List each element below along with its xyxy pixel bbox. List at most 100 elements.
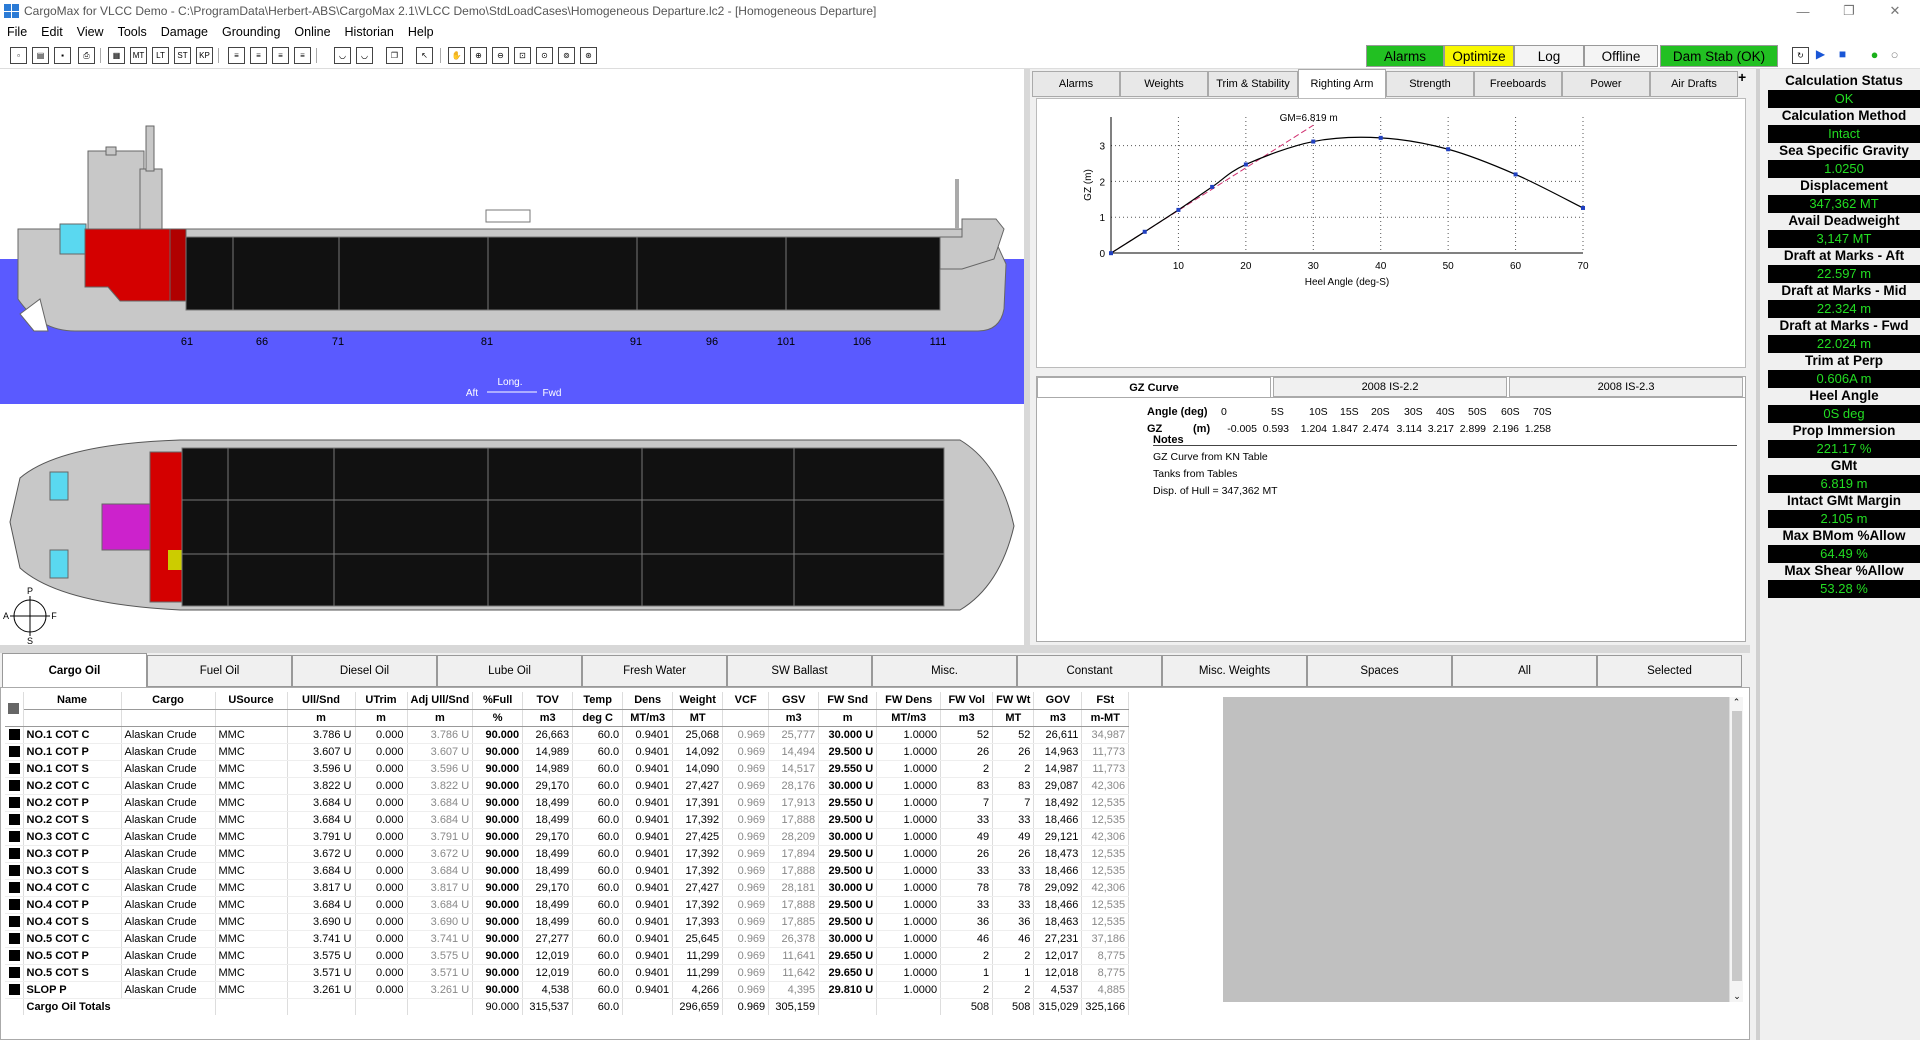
tank-view-1-icon[interactable]: ≡: [228, 47, 245, 64]
column-header[interactable]: Cargo: [121, 692, 216, 710]
table-cell[interactable]: 18,499: [522, 896, 574, 914]
table-cell[interactable]: 17,393: [672, 913, 724, 931]
table-cell[interactable]: 34,987: [1081, 726, 1130, 744]
table-cell[interactable]: 4,885: [1081, 981, 1130, 999]
table-cell[interactable]: 7: [940, 794, 994, 812]
table-cell[interactable]: 3.684 U: [287, 896, 356, 914]
table-cell[interactable]: 17,391: [672, 794, 724, 812]
table-cell[interactable]: 17,888: [768, 896, 820, 914]
tab-cargo-oil[interactable]: Cargo Oil: [2, 653, 147, 688]
tab-selected[interactable]: Selected: [1597, 655, 1742, 687]
table-cell[interactable]: 33: [992, 811, 1035, 829]
table-cell[interactable]: Alaskan Crude: [121, 913, 216, 931]
tab-fresh-water[interactable]: Fresh Water: [582, 655, 727, 687]
tab-spaces[interactable]: Spaces: [1307, 655, 1452, 687]
table-row[interactable]: NO.3 COT P Alaskan Crude MMC 3.672 U 0.000 3.…: [5, 845, 1130, 863]
table-cell[interactable]: 0.000: [355, 726, 408, 744]
table-cell[interactable]: 60.0: [572, 811, 624, 829]
table-cell[interactable]: 37,186: [1081, 930, 1130, 948]
column-header[interactable]: Adj Ull/Snd: [407, 692, 474, 710]
table-cell[interactable]: 29.500 U: [818, 862, 878, 880]
zoom-in-icon[interactable]: ⊕: [470, 47, 487, 64]
pointer-icon[interactable]: ↖: [416, 47, 433, 64]
table-row[interactable]: NO.5 COT C Alaskan Crude MMC 3.741 U 0.000 3.…: [5, 930, 1130, 948]
menu-view[interactable]: View: [70, 25, 111, 39]
table-cell[interactable]: 1.0000: [876, 794, 942, 812]
open-folder-icon[interactable]: ▤: [32, 47, 49, 64]
table-cell[interactable]: MMC: [215, 743, 288, 761]
table-cell[interactable]: 14,092: [672, 743, 724, 761]
tab-is-2-3[interactable]: 2008 IS-2.3: [1509, 377, 1743, 397]
table-cell[interactable]: 0.9401: [622, 879, 674, 897]
table-cell[interactable]: 46: [940, 930, 994, 948]
table-cell[interactable]: NO.1 COT P: [23, 743, 122, 761]
refresh-icon[interactable]: ↻: [1792, 47, 1809, 64]
row-select-icon[interactable]: [8, 746, 20, 758]
select-all-icon[interactable]: [8, 703, 20, 715]
table-cell[interactable]: 18,499: [522, 811, 574, 829]
table-cell[interactable]: 0.969: [722, 862, 770, 880]
table-cell[interactable]: 0.000: [355, 896, 408, 914]
table-cell[interactable]: MMC: [215, 930, 288, 948]
column-header[interactable]: VCF: [722, 692, 770, 710]
table-cell[interactable]: 0.9401: [622, 947, 674, 965]
table-cell[interactable]: MMC: [215, 896, 288, 914]
tab-misc[interactable]: Misc.: [872, 655, 1017, 687]
table-row[interactable]: NO.4 COT S Alaskan Crude MMC 3.690 U 0.000 3.…: [5, 913, 1130, 931]
table-cell[interactable]: 29,170: [522, 777, 574, 795]
table-cell[interactable]: 90.000: [472, 794, 524, 812]
table-cell[interactable]: Alaskan Crude: [121, 794, 216, 812]
table-cell[interactable]: 27,427: [672, 777, 724, 795]
table-cell[interactable]: MMC: [215, 947, 288, 965]
table-cell[interactable]: 8,775: [1081, 947, 1130, 965]
table-cell[interactable]: 0.9401: [622, 777, 674, 795]
table-cell[interactable]: 52: [992, 726, 1035, 744]
table-cell[interactable]: Alaskan Crude: [121, 896, 216, 914]
table-cell[interactable]: 60.0: [572, 760, 624, 778]
column-header[interactable]: Temp: [572, 692, 624, 710]
stop-icon[interactable]: ■: [1834, 47, 1851, 64]
table-cell[interactable]: 78: [940, 879, 994, 897]
table-cell[interactable]: 1.0000: [876, 964, 942, 982]
table-cell[interactable]: 2: [992, 760, 1035, 778]
zoom-out-icon[interactable]: ⊖: [492, 47, 509, 64]
table-cell[interactable]: 60.0: [572, 726, 624, 744]
table-cell[interactable]: 26: [940, 845, 994, 863]
table-cell[interactable]: 90.000: [472, 964, 524, 982]
table-cell[interactable]: 3.261 U: [287, 981, 356, 999]
table-cell[interactable]: 42,306: [1081, 828, 1130, 846]
table-cell[interactable]: 26,663: [522, 726, 574, 744]
table-cell[interactable]: 12,017: [1033, 947, 1083, 965]
table-cell[interactable]: 29.500 U: [818, 913, 878, 931]
table-cell[interactable]: 60.0: [572, 896, 624, 914]
table-cell[interactable]: 0.969: [722, 981, 770, 999]
table-cell[interactable]: 1.0000: [876, 845, 942, 863]
table-cell[interactable]: 0.000: [355, 828, 408, 846]
table-cell[interactable]: Alaskan Crude: [121, 760, 216, 778]
table-cell[interactable]: 12,535: [1081, 794, 1130, 812]
restore-icon[interactable]: ❐: [1826, 0, 1872, 22]
table-cell[interactable]: MMC: [215, 760, 288, 778]
table-cell[interactable]: MMC: [215, 726, 288, 744]
row-select-icon[interactable]: [8, 899, 20, 911]
table-cell[interactable]: 0.000: [355, 879, 408, 897]
table-cell[interactable]: Alaskan Crude: [121, 845, 216, 863]
table-cell[interactable]: 3.684 U: [407, 896, 474, 914]
table-cell[interactable]: 60.0: [572, 743, 624, 761]
table-cell[interactable]: NO.2 COT S: [23, 811, 122, 829]
table-cell[interactable]: 52: [940, 726, 994, 744]
table-cell[interactable]: 14,987: [1033, 760, 1083, 778]
table-cell[interactable]: 0.9401: [622, 964, 674, 982]
table-cell[interactable]: 60.0: [572, 879, 624, 897]
table-cell[interactable]: NO.3 COT C: [23, 828, 122, 846]
table-cell[interactable]: 60.0: [572, 777, 624, 795]
row-select-icon[interactable]: [8, 916, 20, 928]
table-cell[interactable]: 3.741 U: [407, 930, 474, 948]
zoom-all-icon[interactable]: ⊚: [558, 47, 575, 64]
table-cell[interactable]: 0.000: [355, 964, 408, 982]
table-cell[interactable]: 3.791 U: [407, 828, 474, 846]
table-cell[interactable]: 60.0: [572, 913, 624, 931]
table-cell[interactable]: 11,773: [1081, 760, 1130, 778]
table-cell[interactable]: 0.969: [722, 930, 770, 948]
table-cell[interactable]: 7: [992, 794, 1035, 812]
